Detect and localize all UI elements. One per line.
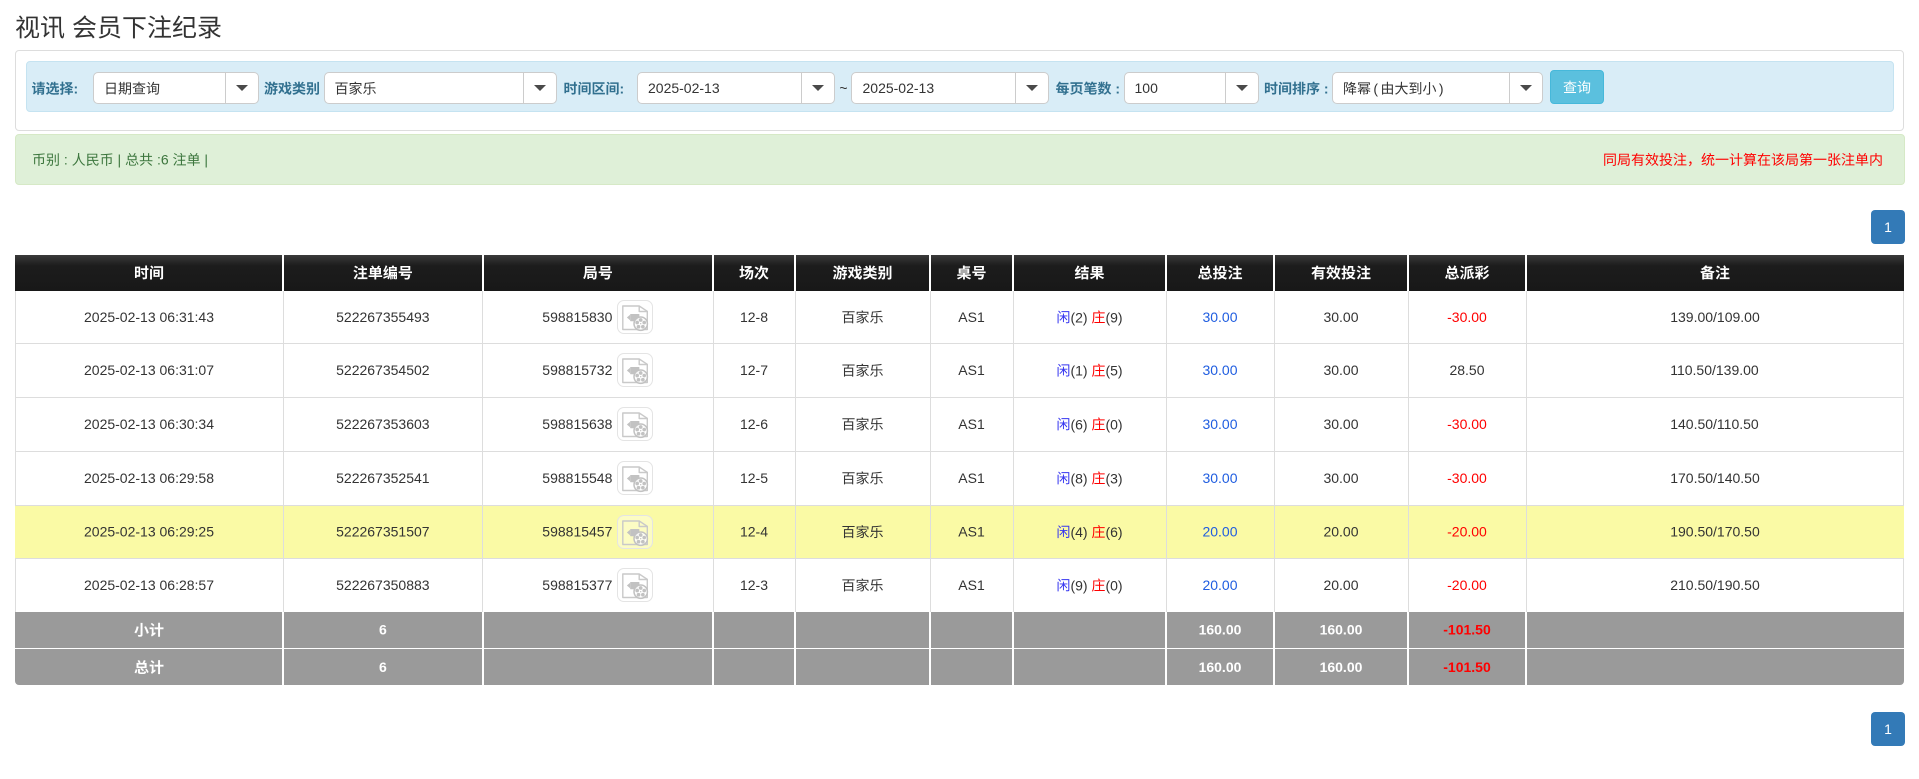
svg-text:(5): (5) — [1105, 363, 1122, 379]
svg-text:): ) — [1439, 81, 1444, 97]
svg-text:30.00: 30.00 — [1202, 416, 1237, 432]
svg-text:110.50/139.00: 110.50/139.00 — [1670, 362, 1759, 378]
svg-text:598815457: 598815457 — [542, 523, 612, 539]
svg-text:06:30:34: 06:30:34 — [160, 416, 215, 432]
svg-text:AS1: AS1 — [958, 470, 985, 486]
svg-text:06:29:58: 06:29:58 — [160, 470, 215, 486]
svg-text:2025-02-13: 2025-02-13 — [84, 470, 156, 486]
svg-text:(0): (0) — [1105, 416, 1122, 432]
svg-text:-30.00: -30.00 — [1447, 416, 1487, 432]
svg-text:1: 1 — [1884, 721, 1892, 737]
svg-text:30.00: 30.00 — [1323, 470, 1358, 486]
svg-text:160.00: 160.00 — [1199, 659, 1242, 675]
svg-text:(6): (6) — [1070, 416, 1087, 432]
svg-text:20.00: 20.00 — [1202, 577, 1237, 593]
svg-text:AS1: AS1 — [958, 523, 985, 539]
svg-text:20.00: 20.00 — [1202, 523, 1237, 539]
svg-text:140.50/110.50: 140.50/110.50 — [1670, 416, 1759, 432]
svg-text:(9): (9) — [1070, 577, 1087, 593]
svg-text::: : — [64, 152, 68, 168]
svg-text:160.00: 160.00 — [1320, 659, 1363, 675]
svg-text:(3): (3) — [1105, 470, 1122, 486]
svg-text:06:28:57: 06:28:57 — [160, 577, 215, 593]
svg-text:-101.50: -101.50 — [1443, 622, 1491, 638]
svg-text:AS1: AS1 — [958, 577, 985, 593]
svg-text:(2): (2) — [1070, 309, 1087, 325]
svg-text:30.00: 30.00 — [1202, 362, 1237, 378]
svg-text:522267352541: 522267352541 — [336, 470, 430, 486]
svg-text:28.50: 28.50 — [1449, 362, 1484, 378]
svg-text:2025-02-13: 2025-02-13 — [84, 416, 156, 432]
svg-text:2025-02-13: 2025-02-13 — [84, 577, 156, 593]
svg-text:-30.00: -30.00 — [1447, 470, 1487, 486]
svg-text::6: :6 — [157, 152, 169, 168]
svg-text:598815638: 598815638 — [542, 416, 612, 432]
svg-text:160.00: 160.00 — [1199, 622, 1242, 638]
svg-text:06:31:07: 06:31:07 — [160, 362, 215, 378]
svg-text:(1): (1) — [1070, 363, 1087, 379]
svg-text:|: | — [204, 152, 208, 168]
svg-text:12-8: 12-8 — [740, 309, 768, 325]
svg-text:170.50/140.50: 170.50/140.50 — [1670, 470, 1760, 486]
svg-text:1: 1 — [1884, 219, 1892, 235]
svg-text:06:29:25: 06:29:25 — [160, 523, 215, 539]
svg-text:598815732: 598815732 — [542, 362, 612, 378]
svg-text:(0): (0) — [1105, 577, 1122, 593]
svg-text:30.00: 30.00 — [1323, 309, 1358, 325]
svg-text:522267355493: 522267355493 — [336, 309, 430, 325]
svg-text:20.00: 20.00 — [1323, 577, 1358, 593]
svg-text:522267351507: 522267351507 — [336, 523, 430, 539]
svg-text:AS1: AS1 — [958, 362, 985, 378]
svg-text:(8): (8) — [1070, 470, 1087, 486]
svg-text:598815377: 598815377 — [542, 577, 612, 593]
svg-text:100: 100 — [1135, 80, 1159, 96]
svg-text:2025-02-13: 2025-02-13 — [84, 309, 156, 325]
svg-text:30.00: 30.00 — [1202, 470, 1237, 486]
svg-text:-20.00: -20.00 — [1447, 523, 1487, 539]
svg-text:AS1: AS1 — [958, 309, 985, 325]
svg-text:598815830: 598815830 — [542, 309, 612, 325]
svg-text:(: ( — [1373, 81, 1378, 97]
svg-text:190.50/170.50: 190.50/170.50 — [1670, 523, 1760, 539]
svg-text:12-3: 12-3 — [740, 577, 768, 593]
svg-text:522267354502: 522267354502 — [336, 362, 430, 378]
svg-text:6: 6 — [379, 622, 387, 638]
svg-text:2025-02-13: 2025-02-13 — [84, 362, 156, 378]
svg-text:20.00: 20.00 — [1323, 523, 1358, 539]
svg-text:522267353603: 522267353603 — [336, 416, 430, 432]
svg-text:06:31:43: 06:31:43 — [160, 309, 215, 325]
svg-text:AS1: AS1 — [958, 416, 985, 432]
svg-text:160.00: 160.00 — [1320, 622, 1363, 638]
svg-text:~: ~ — [839, 80, 847, 96]
svg-text:12-5: 12-5 — [740, 470, 768, 486]
svg-text:210.50/190.50: 210.50/190.50 — [1670, 577, 1760, 593]
svg-text::: : — [1324, 81, 1329, 97]
svg-text:12-4: 12-4 — [740, 523, 768, 539]
svg-text:12-6: 12-6 — [740, 416, 768, 432]
svg-text:-20.00: -20.00 — [1447, 577, 1487, 593]
svg-text:2025-02-13: 2025-02-13 — [84, 523, 156, 539]
svg-text:-30.00: -30.00 — [1447, 309, 1487, 325]
svg-text::: : — [620, 81, 625, 97]
svg-text:2025-02-13: 2025-02-13 — [648, 80, 720, 96]
svg-text:(9): (9) — [1105, 309, 1122, 325]
svg-text:-101.50: -101.50 — [1443, 659, 1491, 675]
svg-text:522267350883: 522267350883 — [336, 577, 430, 593]
svg-text:6: 6 — [379, 659, 387, 675]
svg-text:598815548: 598815548 — [542, 470, 612, 486]
svg-text:|: | — [118, 152, 122, 168]
svg-text:(6): (6) — [1105, 524, 1122, 540]
svg-text:12-7: 12-7 — [740, 362, 768, 378]
svg-text:139.00/109.00: 139.00/109.00 — [1670, 309, 1760, 325]
svg-text:2025-02-13: 2025-02-13 — [863, 80, 935, 96]
svg-text::: : — [1115, 81, 1120, 97]
svg-text:30.00: 30.00 — [1323, 362, 1358, 378]
svg-text:30.00: 30.00 — [1202, 309, 1237, 325]
svg-text:(4): (4) — [1070, 524, 1087, 540]
svg-text:30.00: 30.00 — [1323, 416, 1358, 432]
svg-text::: : — [74, 81, 79, 97]
